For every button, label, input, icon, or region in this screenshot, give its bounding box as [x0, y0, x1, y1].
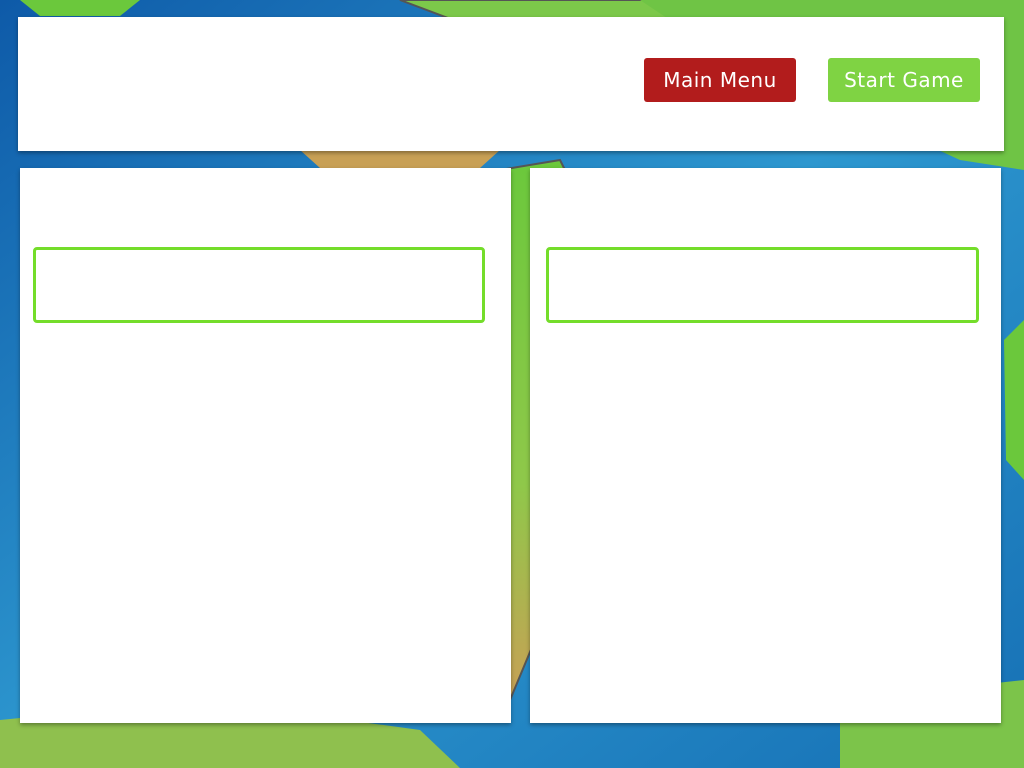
right-selection-slot[interactable]	[546, 247, 979, 323]
header-panel: Main Menu Start Game	[18, 17, 1004, 151]
left-selection-slot[interactable]	[33, 247, 485, 323]
main-menu-button[interactable]: Main Menu	[644, 58, 796, 102]
left-panel	[20, 168, 511, 723]
start-game-button[interactable]: Start Game	[828, 58, 980, 102]
right-panel	[530, 168, 1001, 723]
